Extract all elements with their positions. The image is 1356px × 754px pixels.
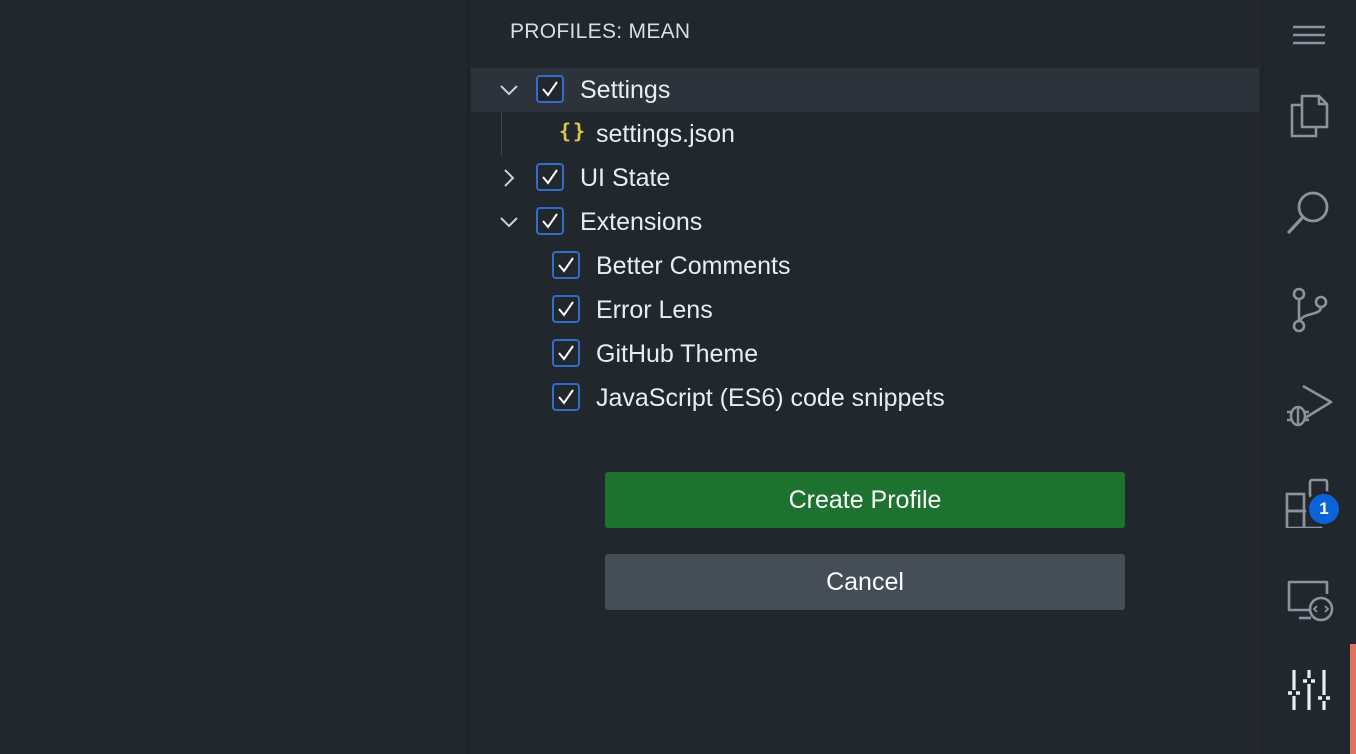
- tree-row-settings[interactable]: Settings: [471, 68, 1259, 112]
- extension-item[interactable]: JavaScript (ES6) code snippets: [471, 376, 1259, 420]
- settings-label: Settings: [580, 76, 671, 104]
- run-debug-icon: [1287, 384, 1333, 427]
- chevron-down-icon[interactable]: [497, 78, 521, 102]
- extension-checkbox[interactable]: [552, 295, 580, 323]
- extension-item[interactable]: Better Comments: [471, 244, 1259, 288]
- chevron-down-icon[interactable]: [497, 210, 521, 234]
- menu-button[interactable]: [1263, 0, 1356, 70]
- cancel-button[interactable]: Cancel: [605, 554, 1125, 610]
- profiles-panel: PROFILES: MEAN Settings {} settings.json…: [469, 0, 1262, 754]
- extension-label: Better Comments: [596, 252, 791, 280]
- panel-title: PROFILES: MEAN: [510, 20, 691, 43]
- search-button[interactable]: [1263, 176, 1356, 246]
- menu-icon: [1293, 25, 1325, 45]
- source-control-button[interactable]: [1263, 274, 1356, 344]
- tree-row-extensions[interactable]: Extensions: [471, 200, 1259, 244]
- editor-area: [0, 0, 469, 754]
- extensions-button[interactable]: 1: [1263, 466, 1356, 536]
- extension-label: Error Lens: [596, 296, 713, 324]
- chevron-right-icon[interactable]: [497, 166, 521, 190]
- active-indicator: [1350, 644, 1356, 754]
- tree-row-ui-state[interactable]: UI State: [471, 156, 1259, 200]
- extensions-label: Extensions: [580, 208, 703, 236]
- activity-bar: 1: [1262, 0, 1356, 754]
- remote-explorer-icon: [1287, 580, 1334, 622]
- search-icon: [1287, 191, 1329, 234]
- extension-checkbox[interactable]: [552, 339, 580, 367]
- explorer-icon: [1290, 94, 1329, 138]
- extension-item[interactable]: Error Lens: [471, 288, 1259, 332]
- settings-json-label: settings.json: [596, 120, 735, 148]
- extension-item[interactable]: GitHub Theme: [471, 332, 1259, 376]
- ui-state-label: UI State: [580, 164, 671, 192]
- explorer-button[interactable]: [1263, 80, 1356, 150]
- extensions-checkbox[interactable]: [536, 207, 564, 235]
- run-debug-button[interactable]: [1263, 368, 1356, 438]
- source-control-icon: [1292, 287, 1328, 333]
- extension-label: JavaScript (ES6) code snippets: [596, 384, 945, 412]
- extension-checkbox[interactable]: [552, 251, 580, 279]
- tree-row-settings-json[interactable]: {} settings.json: [471, 112, 1259, 156]
- manage-button[interactable]: [1263, 654, 1356, 724]
- remote-explorer-button[interactable]: [1263, 564, 1356, 634]
- extension-label: GitHub Theme: [596, 340, 759, 368]
- extension-checkbox[interactable]: [552, 383, 580, 411]
- extensions-badge: 1: [1309, 494, 1339, 524]
- settings-checkbox[interactable]: [536, 75, 564, 103]
- settings-sliders-icon: [1288, 670, 1330, 710]
- json-braces-icon: {}: [559, 119, 588, 143]
- ui-state-checkbox[interactable]: [536, 163, 564, 191]
- create-profile-button[interactable]: Create Profile: [605, 472, 1125, 528]
